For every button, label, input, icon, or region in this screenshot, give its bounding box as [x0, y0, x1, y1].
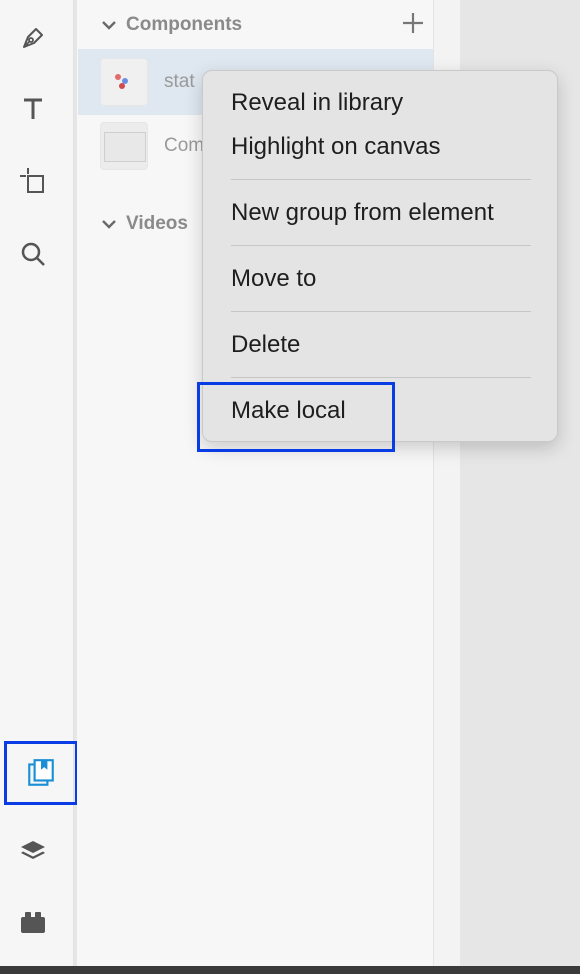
chevron-down-icon: [102, 21, 116, 30]
text-tool-button[interactable]: [13, 89, 53, 129]
videos-section-header[interactable]: Videos: [100, 210, 188, 238]
plugins-icon: [21, 912, 45, 933]
make-local-highlight: [197, 382, 395, 452]
layers-icon: [21, 841, 45, 859]
search-icon: [21, 242, 45, 266]
menu-item-new-group-from-element[interactable]: New group from element: [231, 198, 494, 228]
menu-divider: [231, 179, 531, 180]
component-label: stat: [164, 71, 195, 92]
components-section-header[interactable]: Components: [100, 11, 242, 39]
videos-section-title: Videos: [126, 213, 188, 234]
component-thumbnail: [100, 122, 148, 170]
menu-divider: [231, 245, 531, 246]
component-thumbnail: [100, 58, 148, 106]
component-label: Com: [164, 135, 205, 156]
components-section-title: Components: [126, 14, 243, 35]
layers-tool-button[interactable]: [13, 831, 53, 871]
menu-item-reveal-in-library[interactable]: Reveal in library: [231, 88, 403, 118]
pen-tool-button[interactable]: [13, 18, 53, 58]
plugins-tool-button[interactable]: [13, 902, 53, 942]
frame-tool-button[interactable]: [13, 161, 53, 201]
pen-icon: [23, 28, 43, 48]
components-library-icon: [28, 759, 54, 786]
menu-divider: [231, 311, 531, 312]
menu-item-delete[interactable]: Delete: [231, 330, 300, 360]
menu-item-highlight-on-canvas[interactable]: Highlight on canvas: [231, 132, 440, 162]
chevron-down-icon: [102, 220, 116, 229]
left-toolbar: [0, 0, 78, 966]
text-icon: [24, 98, 42, 119]
components-tool-button[interactable]: [4, 741, 78, 805]
bottom-strip: [0, 966, 580, 974]
search-tool-button[interactable]: [13, 234, 53, 274]
menu-divider: [231, 377, 531, 378]
frame-icon: [20, 168, 44, 193]
menu-item-move-to[interactable]: Move to: [231, 264, 316, 294]
plus-icon: [403, 13, 423, 33]
add-component-button[interactable]: [398, 8, 428, 38]
